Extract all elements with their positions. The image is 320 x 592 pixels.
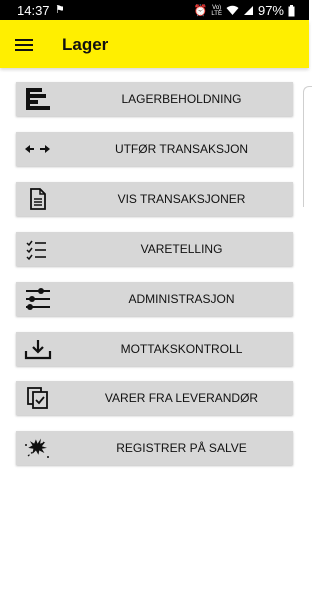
- side-panel-edge: [303, 86, 312, 207]
- menu-button-label: LAGERBEHOLDNING: [121, 92, 242, 106]
- checklist-icon: [22, 237, 52, 261]
- app-bar: Lager: [0, 20, 309, 68]
- menu-button-vis-transaksjoner[interactable]: VIS TRANSAKSJONER: [16, 182, 293, 216]
- menu-button-label: ADMINISTRASJON: [128, 292, 235, 306]
- status-time: 14:37: [17, 3, 50, 18]
- menu-button-utfor-transaksjon[interactable]: UTFØR TRANSAKSJON: [16, 132, 293, 166]
- explosion-icon: [22, 436, 52, 460]
- menu-button-varetelling[interactable]: VARETELLING: [16, 232, 293, 266]
- signal-icon: [243, 6, 253, 15]
- status-bar: 14:37 ⚑ ⏰ Vo) LTE 97%: [0, 0, 309, 20]
- menu-button-label: UTFØR TRANSAKSJON: [114, 142, 249, 156]
- menu-button-registrer-pa-salve[interactable]: REGISTRER PÅ SALVE: [16, 431, 293, 465]
- notification-flag-icon: ⚑: [55, 4, 65, 16]
- menu-button-administrasjon[interactable]: ADMINISTRASJON: [16, 282, 293, 316]
- menu-button-label: MOTTAKSKONTROLL: [120, 342, 243, 356]
- clipboard-check-icon: [22, 386, 52, 410]
- menu-button-varer-fra-leverandor[interactable]: VARER FRA LEVERANDØR: [16, 381, 293, 415]
- menu-button-label: VIS TRANSAKSJONER: [117, 192, 246, 206]
- hamburger-menu-icon[interactable]: [15, 39, 33, 51]
- status-icons: ⏰ Vo) LTE 97%: [194, 3, 295, 18]
- page-title: Lager: [62, 35, 109, 54]
- swap-arrows-icon: [22, 137, 52, 161]
- sliders-icon: [22, 287, 52, 311]
- download-tray-icon: [22, 337, 52, 361]
- menu-button-mottakskontroll[interactable]: MOTTAKSKONTROLL: [16, 332, 293, 366]
- inventory-bars-icon: [22, 87, 52, 111]
- battery-icon: [288, 4, 295, 16]
- document-icon: [22, 187, 52, 211]
- menu-button-label: VARER FRA LEVERANDØR: [104, 391, 259, 405]
- wifi-icon: [226, 5, 239, 15]
- battery-level: 97%: [257, 3, 284, 18]
- menu-button-label: VARETELLING: [140, 242, 223, 256]
- menu-button-lagerbeholdning[interactable]: LAGERBEHOLDNING: [16, 82, 293, 116]
- alarm-icon: ⏰: [193, 5, 208, 17]
- volte-indicator: Vo) LTE: [211, 4, 222, 17]
- menu-button-label: REGISTRER PÅ SALVE: [116, 441, 247, 455]
